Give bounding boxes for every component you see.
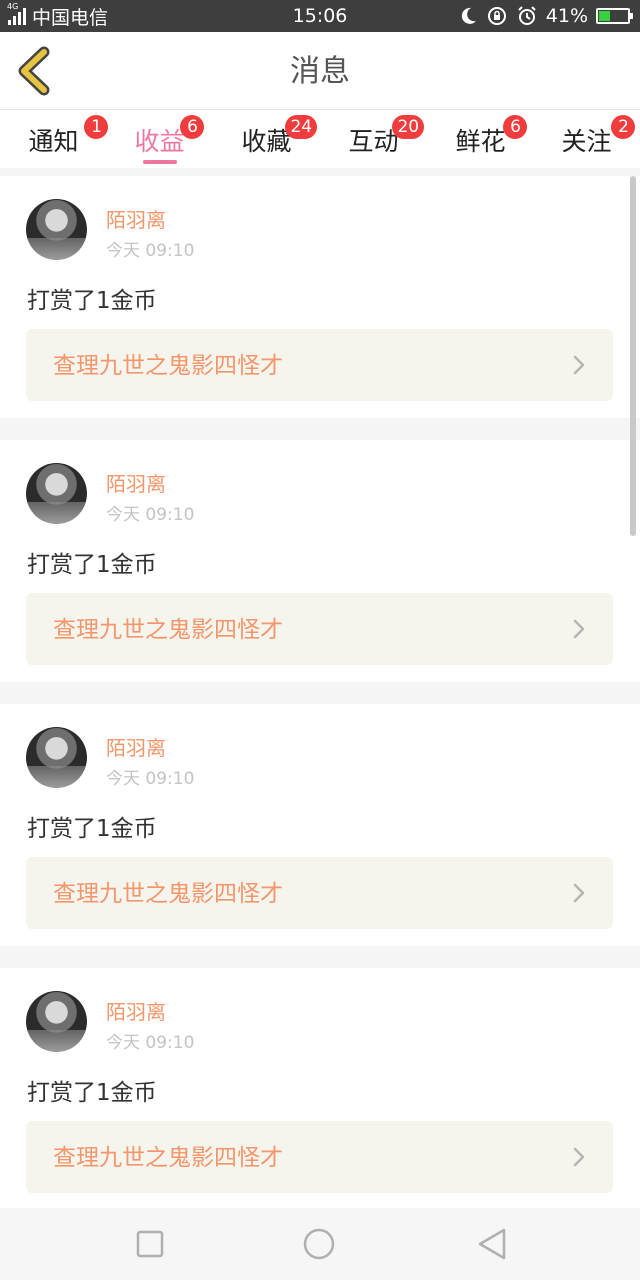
status-right: 41% — [458, 0, 633, 32]
work-link[interactable]: 查理九世之鬼影四怪才 — [26, 329, 613, 401]
tab-badge: 2 — [611, 115, 636, 139]
header-bar: 消息 — [0, 32, 640, 110]
scrollbar[interactable] — [630, 176, 636, 536]
message-time: 今天 09:10 — [106, 505, 195, 525]
moon-icon — [461, 7, 476, 24]
tab-notifications[interactable]: 通知 1 — [0, 110, 109, 168]
message-card: 陌羽离 今天 09:10 打赏了1金币 查理九世之鬼影四怪才 — [0, 176, 640, 418]
user-name[interactable]: 陌羽离 — [106, 732, 166, 761]
tab-label: 通知 1 — [28, 115, 109, 158]
chevron-right-icon — [573, 1147, 585, 1167]
tab-favorites[interactable]: 收藏 24 — [213, 110, 320, 168]
user-name[interactable]: 陌羽离 — [106, 204, 166, 233]
tab-flowers[interactable]: 鲜花 6 — [427, 110, 534, 168]
message-text: 打赏了1金币 — [27, 1080, 157, 1106]
tab-label: 鲜花 6 — [455, 115, 528, 158]
message-time: 今天 09:10 — [106, 1033, 195, 1053]
back-nav-button[interactable] — [474, 1226, 510, 1262]
tab-label: 关注 2 — [561, 115, 636, 158]
active-tab-indicator — [142, 160, 177, 164]
message-card: 陌羽离 今天 09:10 打赏了1金币 查理九世之鬼影四怪才 — [0, 968, 640, 1208]
message-card: 陌羽离 今天 09:10 打赏了1金币 查理九世之鬼影四怪才 — [0, 440, 640, 682]
page-title: 消息 — [290, 54, 350, 89]
alarm-icon — [518, 6, 536, 25]
tab-badge: 6 — [180, 115, 205, 139]
battery-percent: 41% — [545, 5, 588, 27]
message-time: 今天 09:10 — [106, 769, 195, 789]
chevron-right-icon — [573, 619, 585, 639]
tab-label: 互动 20 — [348, 115, 425, 158]
work-link[interactable]: 查理九世之鬼影四怪才 — [26, 1121, 613, 1193]
message-tabs: 通知 1 收益 6 收藏 24 互动 20 鲜花 6 关注 2 — [0, 110, 640, 168]
tab-badge: 1 — [84, 115, 109, 139]
home-button[interactable] — [301, 1226, 337, 1262]
chevron-right-icon — [573, 355, 585, 375]
work-title: 查理九世之鬼影四怪才 — [53, 881, 283, 907]
work-title: 查理九世之鬼影四怪才 — [53, 1145, 283, 1171]
avatar[interactable] — [26, 727, 87, 788]
work-title: 查理九世之鬼影四怪才 — [53, 617, 283, 643]
message-list: 陌羽离 今天 09:10 打赏了1金币 查理九世之鬼影四怪才 陌羽离 今天 09… — [0, 176, 640, 1208]
tab-label: 收藏 24 — [241, 115, 318, 158]
rotation-lock-icon — [487, 7, 506, 25]
tab-badge: 24 — [285, 115, 318, 139]
tab-follows[interactable]: 关注 2 — [533, 110, 640, 168]
work-link[interactable]: 查理九世之鬼影四怪才 — [26, 857, 613, 929]
system-nav-bar — [0, 1208, 640, 1280]
status-bar: 4G 中国电信 15:06 41% — [0, 0, 640, 32]
recent-apps-button[interactable] — [132, 1226, 168, 1262]
work-title: 查理九世之鬼影四怪才 — [53, 353, 283, 379]
work-link[interactable]: 查理九世之鬼影四怪才 — [26, 593, 613, 665]
tab-earnings[interactable]: 收益 6 — [106, 110, 213, 168]
tab-label: 收益 6 — [134, 115, 205, 158]
chevron-right-icon — [573, 883, 585, 903]
message-time: 今天 09:10 — [106, 241, 195, 261]
message-card: 陌羽离 今天 09:10 打赏了1金币 查理九世之鬼影四怪才 — [0, 704, 640, 946]
tab-badge: 6 — [503, 115, 528, 139]
avatar[interactable] — [26, 463, 87, 524]
battery-icon — [596, 8, 633, 24]
user-name[interactable]: 陌羽离 — [106, 468, 166, 497]
tab-interactions[interactable]: 互动 20 — [320, 110, 427, 168]
message-text: 打赏了1金币 — [27, 288, 157, 314]
message-text: 打赏了1金币 — [27, 552, 157, 578]
avatar[interactable] — [26, 991, 87, 1052]
tab-badge: 20 — [392, 115, 425, 139]
avatar[interactable] — [26, 199, 87, 260]
message-text: 打赏了1金币 — [27, 816, 157, 842]
user-name[interactable]: 陌羽离 — [106, 996, 166, 1025]
